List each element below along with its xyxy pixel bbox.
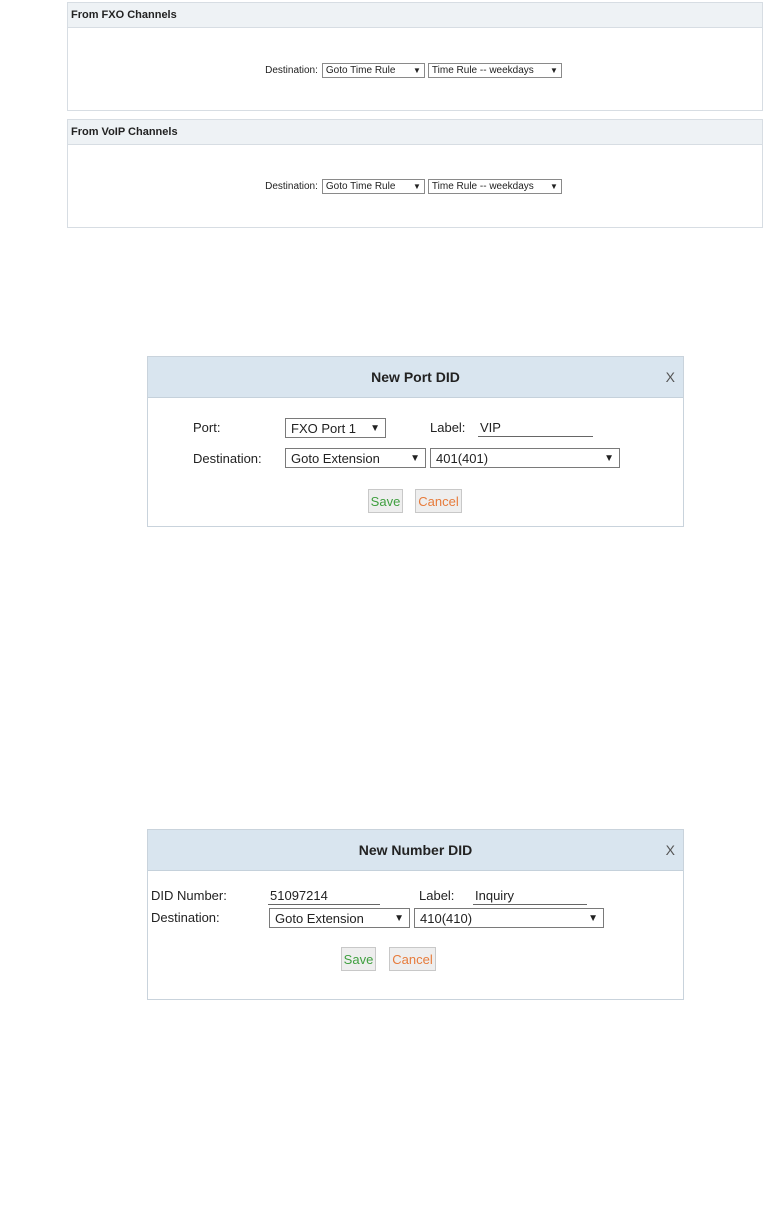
chevron-down-icon: ▼ [410,452,420,464]
cancel-button[interactable]: Cancel [415,489,462,513]
fxo-destination-row: Destination: Goto Time Rule ▼ Time Rule … [68,63,762,78]
close-icon[interactable]: X [666,357,675,397]
port-select-value: FXO Port 1 [291,420,357,436]
voip-destination-label: Destination: [265,181,318,192]
chevron-down-icon: ▼ [549,182,558,191]
voip-destination-target-value: Time Rule -- weekdays [431,181,534,192]
new-number-did-dialog: New Number DID X DID Number: 51097214 La… [147,829,684,1000]
fxo-channels-header: From FXO Channels [68,3,762,28]
destination-type-select[interactable]: Goto Extension ▼ [285,448,426,468]
port-select[interactable]: FXO Port 1 ▼ [285,418,386,438]
voip-destination-type-value: Goto Time Rule [325,181,396,192]
label-input[interactable]: Inquiry [473,887,587,905]
cancel-button[interactable]: Cancel [389,947,436,971]
destination-type-select[interactable]: Goto Extension ▼ [269,908,410,928]
close-icon[interactable]: X [666,830,675,870]
label-label: Label: [419,888,455,903]
chevron-down-icon: ▼ [412,182,421,191]
dialog-title: New Port DID [371,369,460,385]
voip-destination-row: Destination: Goto Time Rule ▼ Time Rule … [68,179,762,194]
fxo-destination-type-value: Goto Time Rule [325,65,396,76]
new-port-did-dialog: New Port DID X Port: FXO Port 1 ▼ Label:… [147,356,684,527]
did-number-input[interactable]: 51097214 [268,887,380,905]
chevron-down-icon: ▼ [412,66,421,75]
voip-channels-header: From VoIP Channels [68,120,762,145]
destination-target-select[interactable]: 410(410) ▼ [414,908,604,928]
label-input[interactable]: VIP [478,419,593,437]
chevron-down-icon: ▼ [588,912,598,924]
destination-target-select[interactable]: 401(401) ▼ [430,448,620,468]
fxo-destination-target-select[interactable]: Time Rule -- weekdays ▼ [427,63,562,78]
destination-label: Destination: [193,451,262,466]
fxo-destination-type-select[interactable]: Goto Time Rule ▼ [321,63,425,78]
save-button[interactable]: Save [341,947,376,971]
port-label: Port: [193,420,221,435]
destination-target-value: 410(410) [420,910,473,926]
dialog-title-bar: New Number DID X [148,830,683,871]
fxo-channels-panel: From FXO Channels Destination: Goto Time… [67,2,763,111]
destination-type-value: Goto Extension [275,910,364,926]
voip-destination-target-select[interactable]: Time Rule -- weekdays ▼ [427,179,562,194]
destination-type-value: Goto Extension [291,450,380,466]
chevron-down-icon: ▼ [394,912,404,924]
did-number-label: DID Number: [151,888,227,903]
fxo-destination-label: Destination: [265,65,318,76]
label-label: Label: [430,420,466,435]
destination-label: Destination: [151,910,220,925]
fxo-destination-target-value: Time Rule -- weekdays [431,65,534,76]
voip-channels-panel: From VoIP Channels Destination: Goto Tim… [67,119,763,228]
dialog-title: New Number DID [358,842,473,858]
voip-destination-type-select[interactable]: Goto Time Rule ▼ [321,179,425,194]
chevron-down-icon: ▼ [549,66,558,75]
save-button[interactable]: Save [368,489,403,513]
chevron-down-icon: ▼ [370,422,380,434]
chevron-down-icon: ▼ [604,452,614,464]
destination-target-value: 401(401) [436,450,489,466]
dialog-title-bar: New Port DID X [148,357,683,398]
